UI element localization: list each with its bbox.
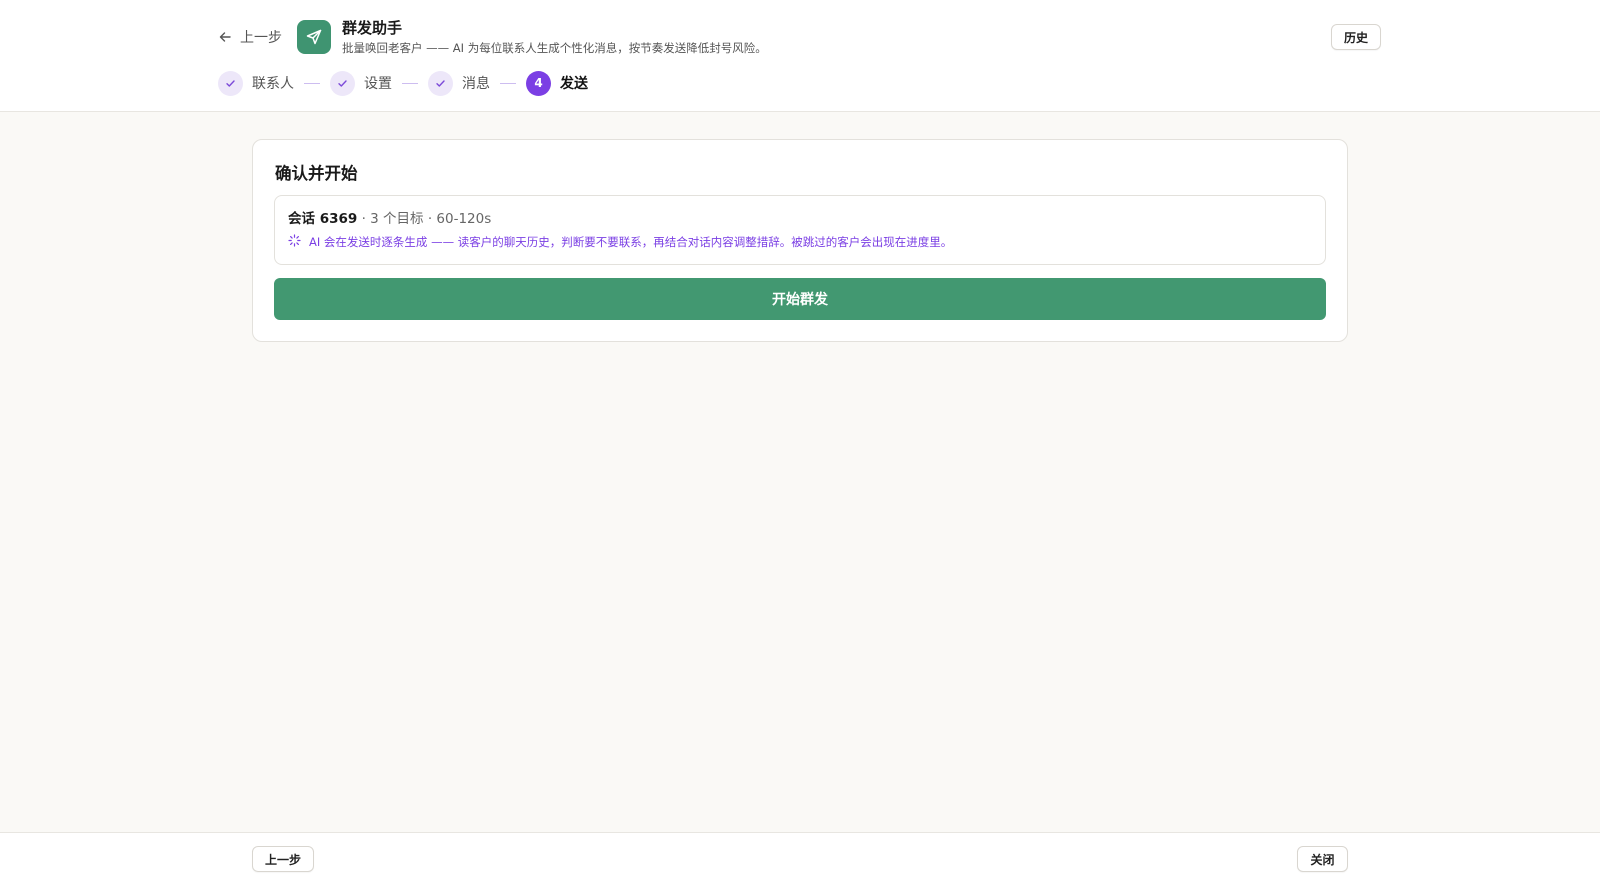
step-divider bbox=[304, 82, 320, 84]
send-icon bbox=[297, 20, 331, 54]
summary-box: 会话 6369 · 3 个目标 · 60-120s AI 会在发送时逐条生成 —… bbox=[274, 195, 1326, 265]
prev-step-button[interactable]: 上一步 bbox=[252, 846, 314, 872]
step-divider bbox=[402, 82, 418, 84]
top-header: 上一步 群发助手 批量唤回老客户 —— AI 为每位联系人生成个性化消息，按节奏… bbox=[0, 0, 1600, 112]
page-subtitle: 批量唤回老客户 —— AI 为每位联系人生成个性化消息，按节奏发送降低封号风险。 bbox=[342, 41, 767, 55]
check-icon bbox=[218, 70, 243, 96]
session-label: 会话 6369 bbox=[288, 211, 358, 227]
step-number: 4 bbox=[526, 70, 551, 96]
card-title: 确认并开始 bbox=[275, 164, 358, 183]
back-link-label: 上一步 bbox=[240, 30, 282, 46]
stepper: 联系人 设置 消息 4 发送 bbox=[218, 70, 588, 96]
step-message[interactable]: 消息 bbox=[428, 70, 490, 96]
footer-bar: 上一步 关闭 bbox=[0, 832, 1600, 884]
check-icon bbox=[330, 70, 355, 96]
confirm-card: 确认并开始 会话 6369 · 3 个目标 · 60-120s AI 会在发送时… bbox=[252, 139, 1348, 342]
step-label: 发送 bbox=[560, 76, 588, 92]
step-contacts[interactable]: 联系人 bbox=[218, 70, 294, 96]
page-title: 群发助手 bbox=[342, 19, 403, 37]
sparkle-icon bbox=[288, 234, 301, 250]
close-button[interactable]: 关闭 bbox=[1297, 846, 1348, 872]
step-settings[interactable]: 设置 bbox=[330, 70, 392, 96]
ai-note-text: AI 会在发送时逐条生成 —— 读客户的聊天历史，判断要不要联系，再结合对话内容… bbox=[309, 235, 953, 249]
summary-meta: · 3 个目标 · 60-120s bbox=[357, 211, 492, 227]
summary-line: 会话 6369 · 3 个目标 · 60-120s bbox=[288, 207, 491, 227]
history-button[interactable]: 历史 bbox=[1331, 24, 1381, 50]
step-send[interactable]: 4 发送 bbox=[526, 70, 588, 96]
step-label: 联系人 bbox=[252, 76, 294, 92]
check-icon bbox=[428, 70, 453, 96]
step-divider bbox=[500, 82, 516, 84]
arrow-left-icon bbox=[218, 30, 232, 44]
back-link[interactable]: 上一步 bbox=[218, 26, 282, 48]
ai-note: AI 会在发送时逐条生成 —— 读客户的聊天历史，判断要不要联系，再结合对话内容… bbox=[288, 234, 952, 250]
step-label: 设置 bbox=[364, 76, 392, 92]
start-broadcast-button[interactable]: 开始群发 bbox=[274, 278, 1326, 320]
step-label: 消息 bbox=[462, 76, 490, 92]
